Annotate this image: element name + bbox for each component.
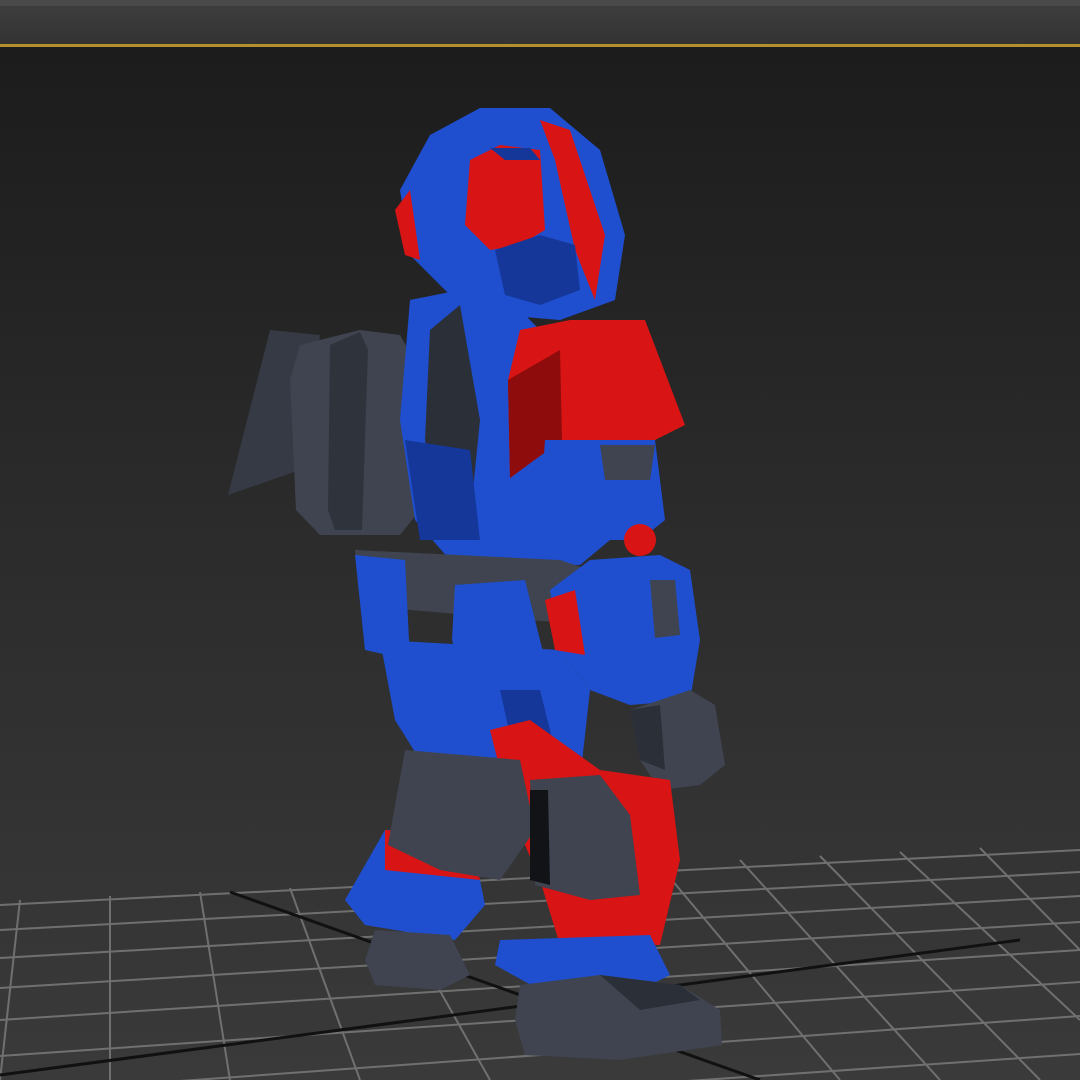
perspective-viewport[interactable] xyxy=(0,47,1080,1080)
back-thruster-shade xyxy=(328,332,368,530)
knee-armor-gap xyxy=(530,790,550,885)
elbow-joint xyxy=(624,524,656,556)
torso-side xyxy=(405,440,480,540)
3d-editor-window xyxy=(0,0,1080,1080)
upper-arm-detail xyxy=(600,445,655,480)
helmet-visor xyxy=(465,145,545,250)
forearm-slot xyxy=(650,580,680,638)
hand-shade xyxy=(630,705,665,770)
viewport-scene xyxy=(0,108,1080,1080)
toolbar-strip xyxy=(0,0,1080,44)
